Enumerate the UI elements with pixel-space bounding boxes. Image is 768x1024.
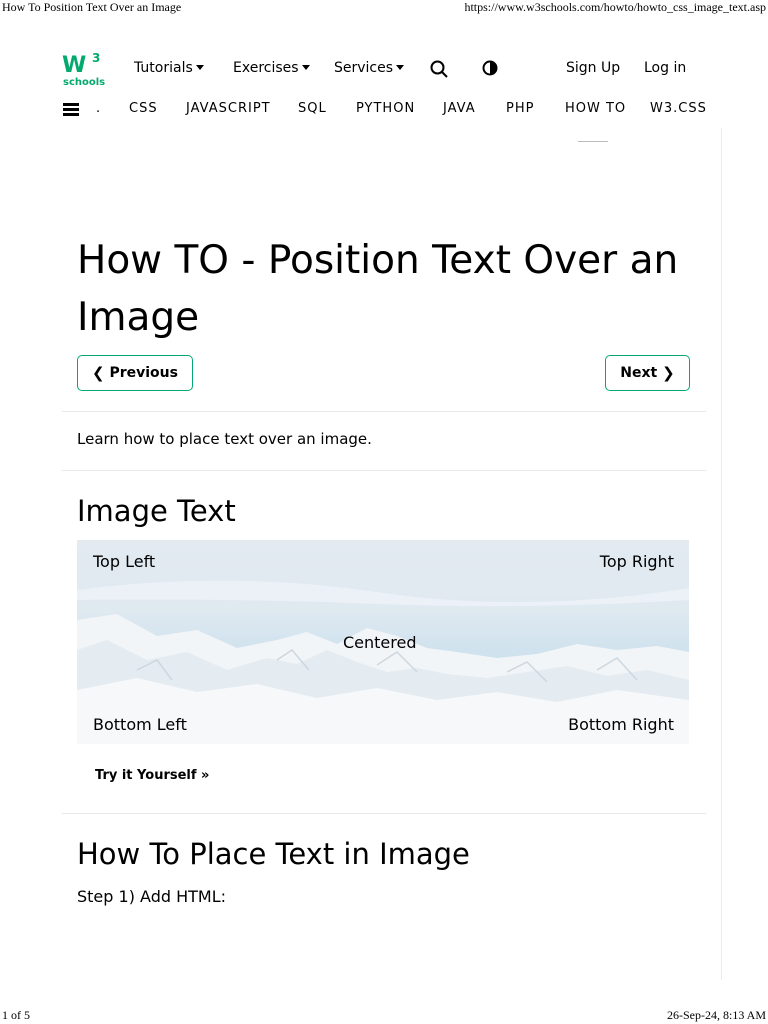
- divider: [62, 470, 706, 471]
- contrast-icon[interactable]: [482, 60, 498, 80]
- subnav-item-php[interactable]: PHP: [506, 101, 534, 116]
- caret-down-icon: [195, 65, 204, 70]
- divider: [62, 411, 706, 412]
- decorative-mark: [578, 141, 608, 142]
- previous-button[interactable]: ❮ Previous: [77, 355, 193, 391]
- subject-navbar: . CSS JAVASCRIPT SQL PYTHON JAVA PHP HOW…: [0, 96, 768, 124]
- print-footer: 1 of 5 26-Sep-24, 8:13 AM: [0, 1008, 768, 1024]
- subnav-item-css[interactable]: CSS: [129, 101, 158, 116]
- logo-text: schools: [63, 77, 105, 88]
- search-icon[interactable]: [430, 60, 448, 82]
- nav-tutorials-label: Tutorials: [134, 60, 193, 76]
- step-1-text: Step 1) Add HTML:: [77, 887, 226, 906]
- logo-sup: 3: [92, 51, 100, 65]
- subnav-item-sql[interactable]: SQL: [298, 101, 327, 116]
- print-url: https://www.w3schools.com/howto/howto_cs…: [464, 0, 766, 14]
- log-in-link[interactable]: Log in: [644, 60, 686, 76]
- print-title: How To Position Text Over an Image: [2, 0, 182, 14]
- logo-mark: W: [62, 53, 86, 78]
- right-divider: [721, 128, 722, 980]
- subnav-item-python[interactable]: PYTHON: [356, 101, 415, 116]
- subnav-item-w3css[interactable]: W3.CSS: [650, 101, 707, 116]
- previous-label: Previous: [109, 365, 178, 381]
- subnav-dot: .: [96, 101, 102, 116]
- divider: [62, 813, 706, 814]
- nav-exercises-label: Exercises: [233, 60, 299, 76]
- subnav-item-javascript[interactable]: JAVASCRIPT: [186, 101, 271, 116]
- overlay-top-right: Top Right: [599, 552, 674, 571]
- overlay-top-left: Top Left: [93, 552, 156, 571]
- top-navbar: W 3 schools Tutorials Exercises Services…: [0, 40, 768, 96]
- caret-down-icon: [396, 65, 405, 70]
- page-title: How TO - Position Text Over an Image: [77, 238, 679, 340]
- nav-tutorials[interactable]: Tutorials: [134, 60, 204, 76]
- try-it-yourself-link[interactable]: Try it Yourself »: [95, 768, 209, 783]
- nav-services-label: Services: [334, 60, 394, 76]
- chevron-right-icon: ❯: [662, 364, 675, 382]
- overlay-bottom-right: Bottom Right: [568, 715, 674, 734]
- caret-down-icon: [301, 65, 310, 70]
- section-title-place-text: How To Place Text in Image: [77, 837, 470, 871]
- subnav-item-java[interactable]: JAVA: [443, 101, 476, 116]
- intro-text: Learn how to place text over an image.: [77, 430, 372, 448]
- w3schools-logo[interactable]: W 3 schools: [62, 50, 106, 90]
- next-button[interactable]: Next ❯: [605, 355, 690, 391]
- page-number: 1 of 5: [2, 1008, 30, 1022]
- nav-services[interactable]: Services: [334, 60, 405, 76]
- chevron-left-icon: ❮: [92, 364, 105, 382]
- print-datetime: 26-Sep-24, 8:13 AM: [667, 1008, 766, 1022]
- hamburger-menu-icon[interactable]: [63, 103, 79, 116]
- print-header: How To Position Text Over an Image https…: [0, 0, 768, 16]
- mountain-image: Top Left Top Right Centered Bottom Left …: [77, 540, 689, 744]
- section-title-image-text: Image Text: [77, 494, 236, 528]
- overlay-centered: Centered: [343, 633, 417, 652]
- subnav-item-howto[interactable]: HOW TO: [565, 101, 626, 116]
- next-label: Next: [620, 365, 658, 381]
- nav-exercises[interactable]: Exercises: [233, 60, 310, 76]
- sign-up-link[interactable]: Sign Up: [566, 60, 620, 76]
- overlay-bottom-left: Bottom Left: [93, 715, 187, 734]
